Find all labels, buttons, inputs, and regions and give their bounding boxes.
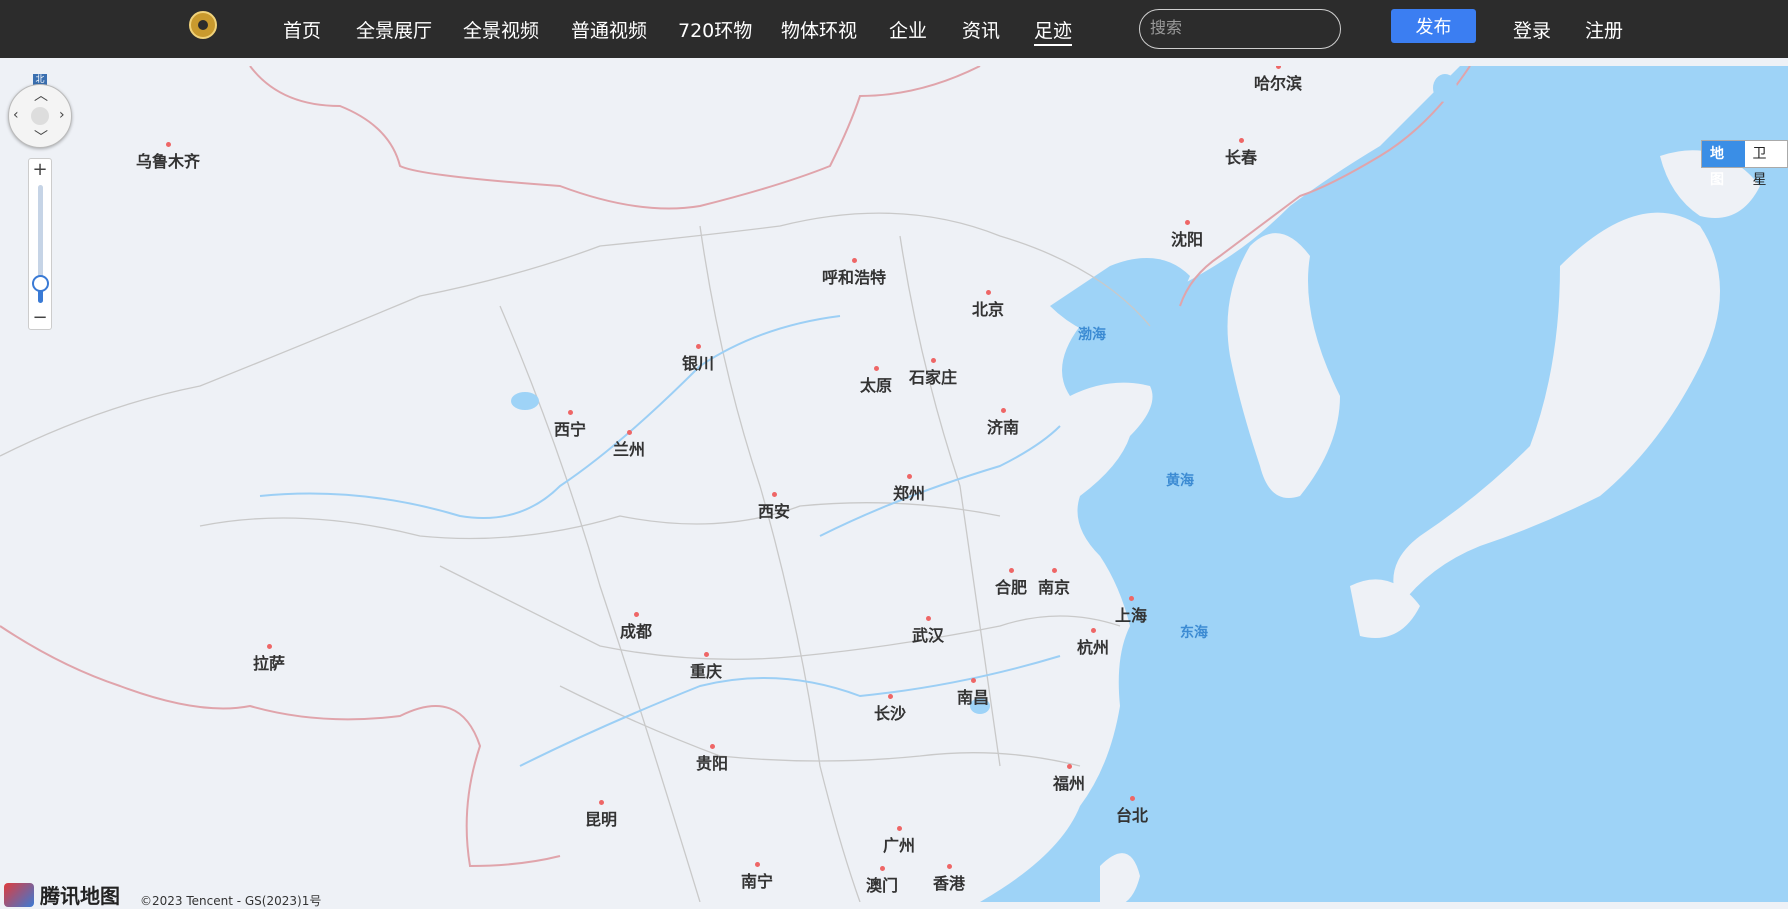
nav-news[interactable]: 资讯: [962, 0, 1000, 58]
pan-down-icon[interactable]: ﹀: [34, 127, 48, 147]
city-label[interactable]: 拉萨: [253, 644, 285, 674]
login-link[interactable]: 登录: [1513, 0, 1551, 58]
city-label[interactable]: 台北: [1116, 796, 1148, 826]
map-type-satellite[interactable]: 卫星: [1744, 141, 1787, 188]
city-label[interactable]: 武汉: [912, 616, 944, 646]
city-label[interactable]: 杭州: [1077, 628, 1109, 658]
city-label[interactable]: 重庆: [690, 652, 722, 682]
city-label[interactable]: 广州: [883, 826, 915, 856]
city-label[interactable]: 西宁: [554, 410, 586, 440]
city-label[interactable]: 乌鲁木齐: [136, 142, 200, 172]
city-label[interactable]: 西安: [758, 492, 790, 522]
city-label[interactable]: 成都: [620, 612, 652, 642]
city-label[interactable]: 澳门: [866, 866, 898, 896]
city-label[interactable]: 济南: [987, 408, 1019, 438]
city-label[interactable]: 合肥: [995, 568, 1027, 598]
register-link[interactable]: 注册: [1585, 0, 1623, 58]
city-label[interactable]: 南京: [1038, 568, 1070, 598]
city-label[interactable]: 石家庄: [909, 358, 957, 388]
pan-up-icon[interactable]: ︿: [34, 85, 48, 105]
city-label[interactable]: 呼和浩特: [822, 258, 886, 288]
nav-home[interactable]: 首页: [283, 0, 321, 58]
nav-720-object[interactable]: 720环物: [678, 0, 752, 58]
map-canvas[interactable]: 渤海 黄海 东海 哈尔滨 乌鲁木齐 长春 沈阳 呼和浩特 北京 银川 太原 石家…: [0, 66, 1788, 902]
city-label[interactable]: 银川: [682, 344, 714, 374]
map-type-map[interactable]: 地图: [1702, 141, 1745, 188]
city-label[interactable]: 南昌: [957, 678, 989, 708]
publish-button[interactable]: 发布: [1391, 9, 1476, 43]
city-label[interactable]: 兰州: [613, 430, 645, 460]
city-label[interactable]: 昆明: [585, 800, 617, 830]
city-label[interactable]: 香港: [933, 864, 965, 894]
nav-footprint[interactable]: 足迹: [1034, 0, 1073, 58]
map-copyright: ©2023 Tencent - GS(2023)1号: [140, 894, 322, 908]
city-label[interactable]: 太原: [860, 366, 892, 396]
nav-object-view[interactable]: 物体环视: [781, 0, 857, 58]
city-label[interactable]: 长沙: [874, 694, 906, 724]
map-type-switcher: 地图 卫星: [1701, 140, 1788, 188]
brand-label: 腾讯地图: [40, 884, 120, 908]
city-label[interactable]: 上海: [1115, 596, 1147, 626]
city-label[interactable]: 南宁: [741, 862, 773, 892]
search-input[interactable]: [1139, 9, 1341, 49]
city-label[interactable]: 北京: [972, 290, 1004, 320]
zoom-in-button[interactable]: +: [29, 159, 51, 181]
top-navigation-bar: 首页 全景展厅 全景视频 普通视频 720环物 物体环视 企业 资讯 足迹 发布…: [0, 0, 1788, 58]
zoom-slider-handle[interactable]: [32, 275, 49, 292]
site-logo-icon[interactable]: [189, 11, 217, 39]
nav-panorama-video[interactable]: 全景视频: [463, 0, 539, 58]
sea-label: 渤海: [1078, 327, 1106, 343]
pan-left-icon[interactable]: ‹: [13, 107, 19, 123]
tencent-map-logo-icon: [4, 882, 34, 907]
sea-label: 东海: [1180, 625, 1208, 641]
zoom-out-button[interactable]: −: [29, 307, 51, 329]
zoom-control: + −: [28, 158, 52, 330]
city-label[interactable]: 哈尔滨: [1254, 66, 1302, 94]
pan-control[interactable]: ︿ ﹀ ‹ ›: [8, 84, 72, 148]
sea-label: 黄海: [1166, 473, 1194, 489]
pan-right-icon[interactable]: ›: [59, 107, 65, 123]
pan-center[interactable]: [31, 107, 49, 125]
map-brand: 腾讯地图: [4, 880, 120, 909]
city-label[interactable]: 贵阳: [696, 744, 728, 774]
nav-normal-video[interactable]: 普通视频: [571, 0, 647, 58]
city-label[interactable]: 福州: [1053, 764, 1085, 794]
nav-enterprise[interactable]: 企业: [889, 0, 927, 58]
nav-panorama-hall[interactable]: 全景展厅: [356, 0, 432, 58]
city-label[interactable]: 长春: [1225, 138, 1257, 168]
city-label[interactable]: 沈阳: [1171, 220, 1203, 250]
city-label[interactable]: 郑州: [893, 474, 925, 504]
